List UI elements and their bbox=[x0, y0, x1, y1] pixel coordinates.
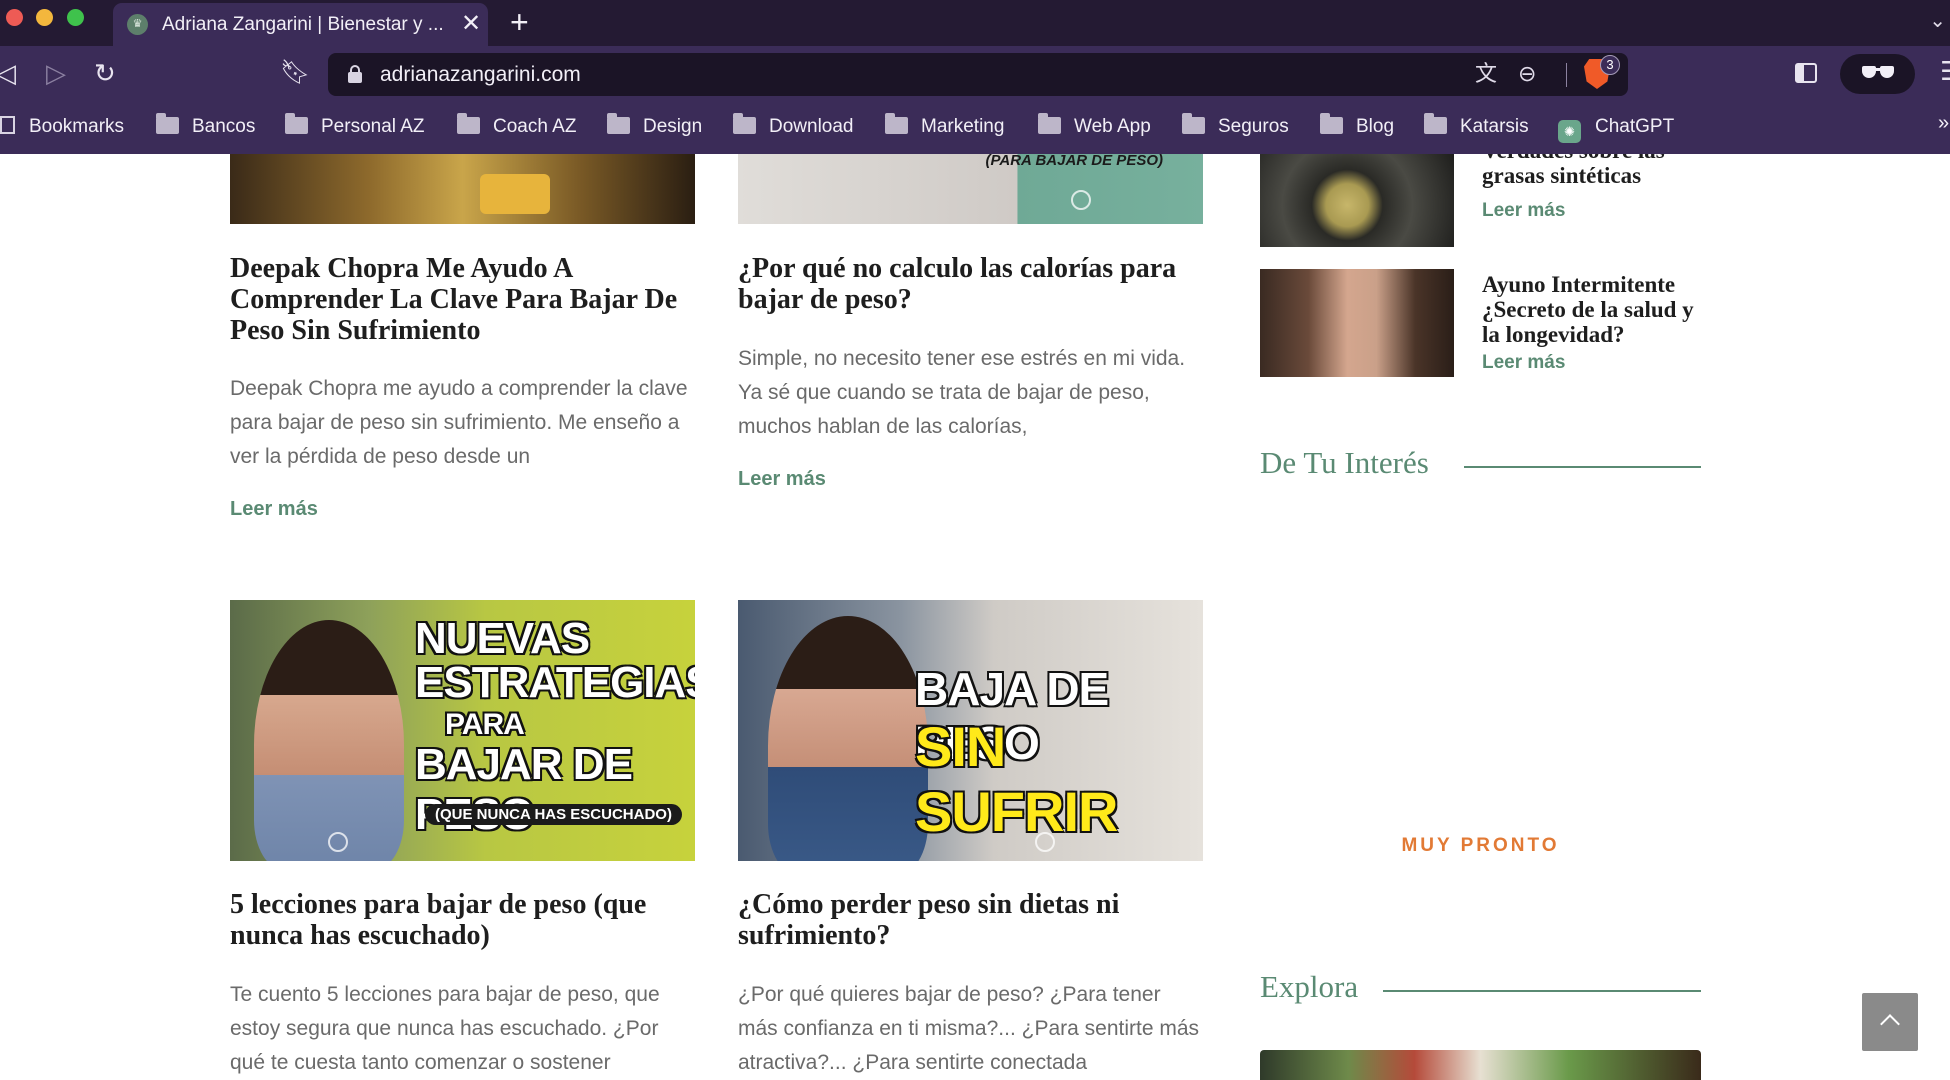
bookmark-bookmarks[interactable]: Bookmarks bbox=[0, 114, 124, 140]
presenter-photo bbox=[768, 616, 928, 861]
sidebar-post-title-link[interactable]: Ayuno Intermitente ¿Secreto de la salud … bbox=[1482, 272, 1712, 347]
sidebar-read-more-link[interactable]: Leer más bbox=[1482, 352, 1565, 374]
translate-icon[interactable]: 文 bbox=[1475, 60, 1497, 88]
folder-icon bbox=[733, 113, 756, 134]
bookmark-folder-katarsis[interactable]: Katarsis bbox=[1424, 113, 1529, 140]
post-excerpt: Deepak Chopra me ayudo a comprender la c… bbox=[230, 377, 688, 468]
bookmark-chatgpt[interactable]: ✺ ChatGPT bbox=[1558, 114, 1674, 143]
lock-icon[interactable] bbox=[348, 65, 362, 83]
sidebar-post-thumbnail-image[interactable] bbox=[1260, 269, 1454, 377]
tab-title: Adriana Zangarini | Bienestar y ... bbox=[162, 14, 442, 35]
bookmark-folder-seguros[interactable]: Seguros bbox=[1182, 113, 1289, 140]
post-title-link[interactable]: ¿Por qué no calculo las calorías para ba… bbox=[738, 253, 1203, 315]
watermark-seal-icon bbox=[1071, 190, 1091, 210]
thumbnail-line-4: BAJAR DE PESO bbox=[415, 740, 633, 839]
address-bar[interactable]: adrianazangarini.com 文 ⊖ 3 bbox=[328, 53, 1628, 96]
bookmark-folder-download[interactable]: Download bbox=[733, 113, 854, 140]
thumbnail-line-2: SIN SUFRIR bbox=[915, 715, 1118, 843]
sidebar-post-title-link[interactable]: Verdades sobre las grasas sintéticas bbox=[1482, 154, 1712, 206]
folder-icon bbox=[607, 113, 630, 134]
section-divider-line bbox=[1464, 466, 1701, 468]
post-thumbnail-nuevas-estrategias-image[interactable]: NUEVAS ESTRATEGIAS PARA BAJAR DE PESO (Q… bbox=[230, 600, 695, 861]
thumbnail-line-2: ESTRATEGIAS bbox=[415, 658, 695, 707]
window-close-button[interactable] bbox=[6, 9, 23, 26]
brave-shields-count-badge: 3 bbox=[1600, 55, 1620, 75]
watermark-seal-icon bbox=[1035, 832, 1055, 852]
sidebar-toggle-icon[interactable] bbox=[1795, 63, 1817, 83]
url-text[interactable]: adrianazangarini.com bbox=[380, 63, 581, 87]
folder-icon bbox=[1182, 113, 1205, 134]
explore-thumbnail-salad-image[interactable] bbox=[1260, 1050, 1701, 1080]
site-favicon-icon: ♛ bbox=[127, 14, 148, 35]
forward-arrow-icon[interactable]: ▷ bbox=[46, 56, 66, 90]
post-thumbnail-food-image[interactable] bbox=[230, 154, 695, 224]
bookmark-folder-blog[interactable]: Blog bbox=[1320, 113, 1394, 140]
sidebar-read-more-link[interactable]: Leer más bbox=[1482, 200, 1565, 222]
chevron-up-icon bbox=[1880, 1014, 1900, 1034]
bookmark-folder-bancos[interactable]: Bancos bbox=[156, 113, 255, 140]
section-title: De Tu Interés bbox=[1260, 445, 1429, 480]
section-heading-explora: Explora bbox=[1260, 969, 1701, 1009]
section-title: Explora bbox=[1260, 969, 1359, 1004]
reload-icon[interactable]: ↻ bbox=[94, 56, 116, 90]
folder-icon bbox=[457, 113, 480, 134]
coming-soon-label: MUY PRONTO bbox=[1401, 835, 1560, 856]
bookmark-folder-web-app[interactable]: Web App bbox=[1038, 113, 1151, 140]
post-excerpt: Te cuento 5 lecciones para bajar de peso… bbox=[230, 983, 660, 1074]
private-window-button[interactable] bbox=[1840, 54, 1915, 94]
bookmarks-bar: Bookmarks Bancos Personal AZ Coach AZ De… bbox=[0, 102, 1950, 154]
folder-icon bbox=[885, 113, 908, 134]
zoom-out-magnifier-icon[interactable]: ⊖ bbox=[1518, 60, 1536, 88]
sidebar-recent-post: Ayuno Intermitente ¿Secreto de la salud … bbox=[1260, 269, 1705, 377]
address-bar-divider bbox=[1566, 63, 1567, 87]
bookmarks-overflow-chevron-icon[interactable]: » bbox=[1938, 112, 1949, 135]
folder-icon bbox=[1424, 113, 1447, 134]
browser-titlebar: ♛ Adriana Zangarini | Bienestar y ... ✕ … bbox=[0, 0, 1950, 46]
browser-tab-active[interactable]: ♛ Adriana Zangarini | Bienestar y ... ✕ bbox=[113, 3, 488, 46]
thumbnail-line-1: NUEVAS bbox=[415, 614, 590, 663]
post-thumbnail-image[interactable]: (PARA BAJAR DE PESO) bbox=[738, 154, 1203, 224]
glasses-icon bbox=[1862, 66, 1894, 80]
back-arrow-icon[interactable]: ◁ bbox=[0, 56, 16, 90]
hamburger-menu-icon[interactable]: ☰ bbox=[1940, 56, 1950, 87]
read-more-link[interactable]: Leer más bbox=[738, 468, 826, 491]
back-to-top-button[interactable] bbox=[1862, 993, 1918, 1051]
folder-icon bbox=[1038, 113, 1061, 134]
window-zoom-button[interactable] bbox=[67, 9, 84, 26]
bookmark-folder-design[interactable]: Design bbox=[607, 113, 702, 140]
bookmark-folder-coach-az[interactable]: Coach AZ bbox=[457, 113, 576, 140]
bookmark-folder-marketing[interactable]: Marketing bbox=[885, 113, 1004, 140]
new-tab-plus-icon[interactable]: + bbox=[510, 4, 529, 40]
tab-close-icon[interactable]: ✕ bbox=[461, 9, 481, 38]
section-heading-de-tu-interes: De Tu Interés bbox=[1260, 445, 1701, 485]
folder-icon bbox=[285, 113, 308, 134]
post-excerpt: ¿Por qué quieres bajar de peso? ¿Para te… bbox=[738, 983, 1200, 1074]
bookmark-folder-personal-az[interactable]: Personal AZ bbox=[285, 113, 425, 140]
post-title-link[interactable]: 5 lecciones para bajar de peso (que nunc… bbox=[230, 889, 695, 951]
watermark-seal-icon bbox=[328, 832, 348, 852]
post-title-link[interactable]: ¿Cómo perder peso sin dietas ni sufrimie… bbox=[738, 889, 1203, 951]
window-minimize-button[interactable] bbox=[36, 9, 53, 26]
bookmarks-book-icon bbox=[0, 116, 15, 134]
presenter-photo bbox=[254, 620, 404, 861]
post-excerpt: Simple, no necesito tener ese estrés en … bbox=[738, 347, 1186, 438]
browser-toolbar: ◁ ▷ ↻ 🔖︎ adrianazangarini.com 文 ⊖ 3 ☰ bbox=[0, 46, 1950, 102]
folder-icon bbox=[156, 113, 179, 134]
read-more-link[interactable]: Leer más bbox=[230, 498, 318, 521]
post-title-link[interactable]: Deepak Chopra Me Ayudo A Comprender La C… bbox=[230, 253, 695, 346]
post-thumbnail-baja-de-peso-image[interactable]: BAJA DE PESO SIN SUFRIR bbox=[738, 600, 1203, 861]
sidebar-post-thumbnail-image[interactable] bbox=[1260, 154, 1454, 247]
sidebar-recent-post: Verdades sobre las grasas sintéticas Lee… bbox=[1260, 154, 1705, 249]
chatgpt-logo-icon: ✺ bbox=[1558, 120, 1581, 143]
folder-icon bbox=[1320, 113, 1343, 134]
thumbnail-pill-label: (QUE NUNCA HAS ESCUCHADO) bbox=[425, 804, 682, 825]
page-content: Deepak Chopra Me Ayudo A Comprender La C… bbox=[0, 154, 1950, 1080]
thumbnail-banner-text: (PARA BAJAR DE PESO) bbox=[985, 154, 1163, 169]
tab-list-chevron-down-icon[interactable]: ⌄ bbox=[1929, 8, 1946, 33]
section-divider-line bbox=[1383, 990, 1701, 992]
bookmark-page-icon[interactable]: 🔖︎ bbox=[280, 56, 310, 90]
thumbnail-line-3: PARA bbox=[445, 708, 525, 741]
